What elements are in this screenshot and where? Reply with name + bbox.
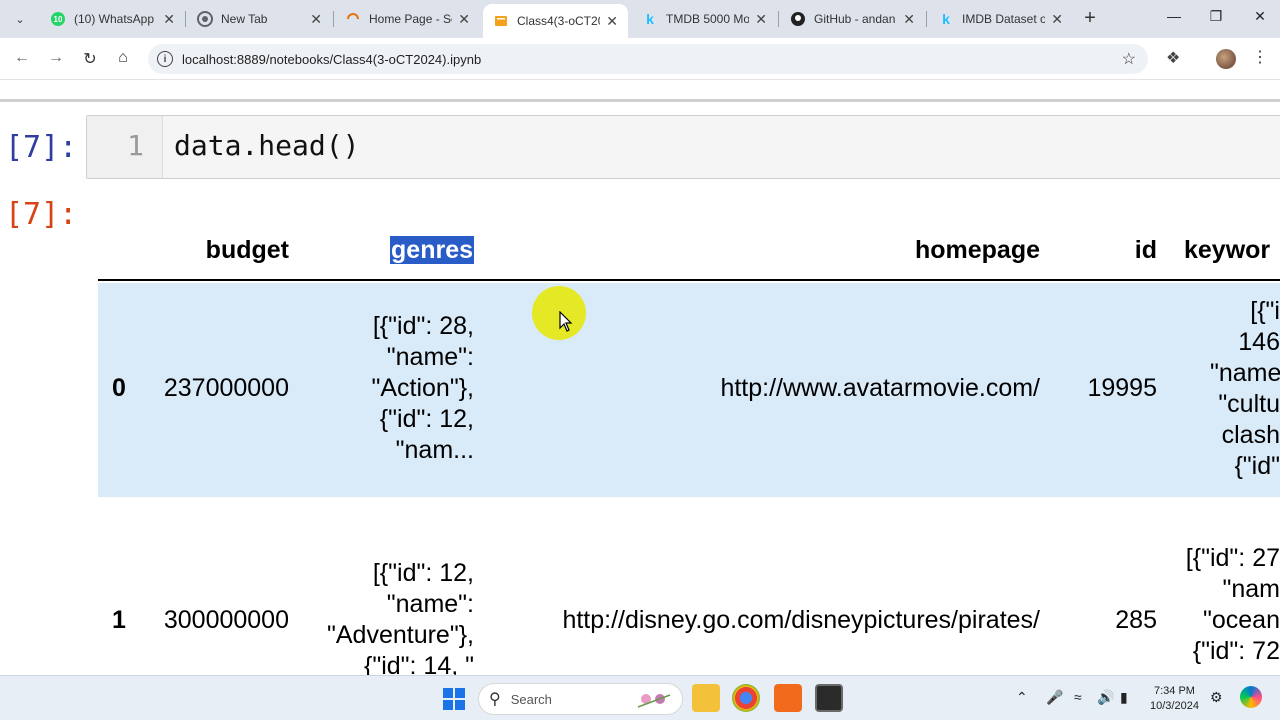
address-url[interactable]: localhost:8889/notebooks/Class4(3-oCT202… [182, 52, 481, 67]
tab-search-chevron-icon[interactable]: ⌄ [8, 7, 32, 31]
tab-title: Class4(3-oCT202 [517, 14, 600, 28]
line-number: 1 [127, 129, 144, 162]
windows-taskbar: ⚲ Search ⌃ 🎤 ≈ 🔊 ▮ 7:34 PM 10/3/2024 ⚙ [0, 675, 1280, 720]
tab-title: New Tab [221, 12, 268, 26]
cell-homepage: http://www.avatarmovie.com/ [720, 374, 1040, 402]
forward-arrow-icon[interactable]: → [46, 49, 66, 67]
tab-new-tab[interactable]: New Tab ✕ [187, 4, 332, 34]
cell-keywords: [{"i 146 "name "cultu clash {"id" [1210, 297, 1280, 480]
cell-homepage: http://disney.go.com/disneypictures/pira… [562, 606, 1040, 634]
file-explorer-icon[interactable] [692, 684, 720, 712]
volume-icon[interactable]: 🔊 [1097, 689, 1114, 706]
cell-budget: 300000000 [163, 606, 289, 634]
close-tab-icon[interactable]: ✕ [903, 11, 915, 28]
tab-title: IMDB Dataset o [962, 12, 1046, 26]
tab-strip: ⌄ 10 (10) WhatsApp ✕ New Tab ✕ Home Page… [0, 0, 1280, 38]
tab-separator [185, 11, 186, 27]
column-header-genres[interactable]: genres [390, 236, 474, 265]
tab-separator [333, 11, 334, 27]
address-bar[interactable]: i localhost:8889/notebooks/Class4(3-oCT2… [148, 44, 1148, 74]
output-prompt: [7]: [5, 197, 78, 232]
search-highlight-flower-icon [637, 694, 671, 708]
profile-avatar[interactable] [1216, 49, 1236, 69]
tab-separator [926, 11, 927, 27]
close-tab-icon[interactable]: ✕ [755, 11, 767, 28]
tray-chevron-up-icon[interactable]: ⌃ [1016, 689, 1028, 706]
reload-icon[interactable]: ↻ [80, 49, 100, 69]
cell-keywords: [{"id": 27 "nam "ocean {"id": 72 [1185, 544, 1280, 665]
terminal-icon[interactable] [815, 684, 843, 712]
github-icon [790, 11, 806, 27]
bookmark-star-icon[interactable]: ☆ [1122, 49, 1136, 69]
row-index: 0 [112, 374, 126, 402]
cell-budget: 237000000 [163, 374, 289, 402]
column-header-keywords[interactable]: keywor [1184, 236, 1270, 265]
tab-class4-notebook[interactable]: Class4(3-oCT202 ✕ [483, 4, 628, 38]
code-text[interactable]: data.head() [174, 129, 359, 162]
chrome-taskbar-icon[interactable] [732, 684, 760, 712]
menu-kebab-icon[interactable]: ⋮ [1252, 47, 1268, 67]
wifi-icon[interactable]: ≈ [1074, 689, 1082, 705]
taskbar-clock[interactable]: 7:34 PM 10/3/2024 [1150, 684, 1199, 714]
whatsapp-icon: 10 [50, 11, 66, 27]
taskbar-search-label: Search [510, 691, 552, 707]
code-cell-editor[interactable]: 1 data.head() [86, 115, 1280, 179]
back-arrow-icon[interactable]: ← [12, 49, 32, 67]
site-info-icon[interactable]: i [157, 51, 173, 67]
cell-id: 19995 [1087, 374, 1157, 402]
copilot-icon[interactable] [1240, 686, 1262, 708]
minimize-icon[interactable]: — [1164, 8, 1184, 24]
tab-tmdb[interactable]: k TMDB 5000 Mo ✕ [632, 4, 777, 34]
column-header-homepage[interactable]: homepage [915, 236, 1040, 265]
line-number-gutter: 1 [87, 116, 163, 178]
clock-time: 7:34 PM [1153, 685, 1195, 697]
browser-toolbar: ← → ↻ ⌂ i localhost:8889/notebooks/Class… [0, 38, 1280, 80]
restore-icon[interactable]: ❐ [1206, 8, 1226, 25]
notebook-area: [7]: 1 data.head() [7]: budget genres ho… [0, 81, 1280, 675]
windows-start-icon[interactable] [443, 688, 465, 710]
home-icon[interactable]: ⌂ [113, 49, 133, 67]
kaggle-icon: k [646, 11, 654, 27]
header-rule [98, 279, 1280, 281]
cell-genres: [{"id": 28, "name": "Action"}, {"id": 12… [371, 312, 474, 464]
settings-gear-icon[interactable]: ⚙ [1210, 689, 1223, 706]
tab-home-page[interactable]: Home Page - Se ✕ [335, 4, 480, 34]
search-icon: ⚲ [489, 691, 501, 708]
new-tab-plus-icon[interactable]: + [1080, 8, 1100, 28]
close-tab-icon[interactable]: ✕ [606, 13, 618, 30]
kaggle-icon: k [942, 11, 950, 27]
input-prompt: [7]: [5, 130, 78, 165]
clock-date: 10/3/2024 [1150, 700, 1199, 712]
close-tab-icon[interactable]: ✕ [458, 11, 470, 28]
row-index: 1 [112, 606, 126, 634]
tab-github[interactable]: GitHub - andan ✕ [780, 4, 925, 34]
selected-text: genres [390, 236, 474, 264]
battery-icon[interactable]: ▮ [1120, 689, 1128, 706]
extensions-puzzle-icon[interactable]: ❖ [1166, 48, 1180, 68]
column-header-id[interactable]: id [1135, 236, 1157, 265]
cell-id: 285 [1115, 606, 1157, 634]
column-header-budget[interactable]: budget [206, 236, 289, 265]
svg-text:10: 10 [54, 15, 63, 24]
microphone-icon[interactable]: 🎤 [1046, 689, 1063, 706]
close-tab-icon[interactable]: ✕ [163, 11, 175, 28]
mouse-pointer-icon [559, 311, 573, 332]
tab-title: Home Page - Se [369, 12, 453, 26]
taskbar-search[interactable]: ⚲ Search [478, 683, 683, 715]
close-window-icon[interactable]: ✕ [1250, 8, 1270, 25]
tab-separator [778, 11, 779, 27]
jupyter-spinner-icon [345, 11, 361, 27]
chrome-icon [197, 11, 213, 27]
sublime-app-icon[interactable] [774, 684, 802, 712]
tab-title: TMDB 5000 Mo [666, 12, 750, 26]
jupyter-book-icon [493, 13, 509, 29]
cell-genres: [{"id": 12, "name": "Adventure"}, {"id":… [326, 559, 474, 675]
tab-whatsapp[interactable]: 10 (10) WhatsApp ✕ [40, 4, 185, 34]
tab-title: (10) WhatsApp [74, 12, 155, 26]
tab-imdb-dataset[interactable]: k IMDB Dataset o ✕ [928, 4, 1073, 34]
close-tab-icon[interactable]: ✕ [310, 11, 322, 28]
close-tab-icon[interactable]: ✕ [1051, 11, 1063, 28]
tab-title: GitHub - andan [814, 12, 896, 26]
cell-divider [0, 99, 1280, 102]
